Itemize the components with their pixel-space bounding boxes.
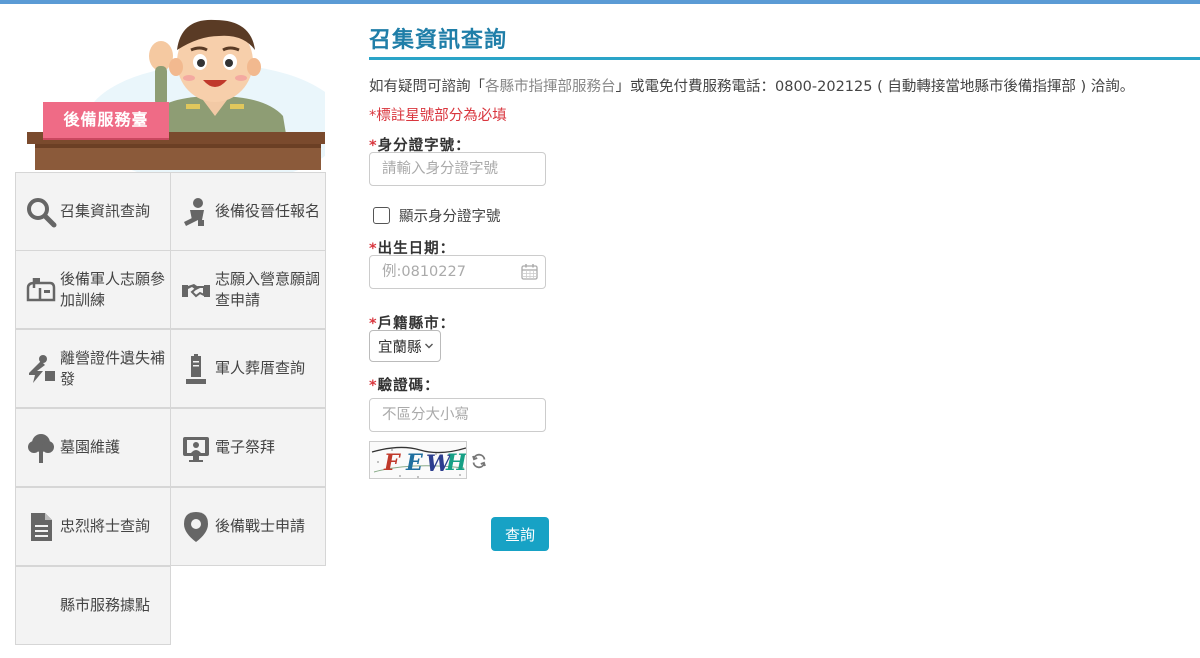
mascot-illustration (27, 19, 325, 172)
captcha-char: F (383, 450, 401, 476)
captcha-label: *驗證碼： (369, 374, 440, 395)
monitor-portrait-icon (179, 431, 213, 465)
menu-item-label: 縣市服務據點 (60, 596, 151, 614)
menu-item-label: 後備軍人志願參加訓練 (60, 269, 166, 309)
mailbox-icon (24, 273, 58, 307)
show-id-label: 顯示身分證字號 (399, 209, 501, 225)
menu-item-label: 電子祭拜 (215, 438, 276, 456)
menu-item-martyrs-query[interactable]: 忠烈將士查詢 (15, 487, 171, 566)
service-desk-sign: 後備服務臺 (43, 102, 169, 138)
broken-card-icon (24, 352, 58, 386)
captcha-char: E (405, 450, 424, 476)
title-divider (369, 57, 1200, 60)
menu-item-reserve-soldier-apply[interactable]: 後備戰士申請 (170, 487, 326, 566)
county-select[interactable]: 宜蘭縣 (369, 330, 441, 362)
menu-item-reserve-promotion[interactable]: 後備役晉任報名 (170, 172, 326, 251)
menu-item-label: 召集資訊查詢 (60, 202, 151, 220)
menu-item-volunteer-training[interactable]: 後備軍人志願參加訓練 (15, 250, 171, 329)
query-submit-button[interactable]: 查詢 (491, 517, 549, 551)
required-field-note: *標註星號部分為必填 (369, 108, 507, 124)
show-id-checkbox-row[interactable]: 顯示身分證字號 (373, 205, 501, 226)
tree-icon (24, 431, 58, 465)
menu-item-e-memorial[interactable]: 電子祭拜 (170, 408, 326, 487)
menu-item-label: 墓園維護 (60, 438, 121, 456)
county-selected-value: 宜蘭縣 (378, 339, 422, 356)
id-number-input[interactable] (369, 152, 546, 186)
required-star: * (369, 378, 378, 394)
captcha-char: H (445, 450, 467, 476)
menu-item-cemetery-maintenance[interactable]: 墓園維護 (15, 408, 171, 487)
contact-notice: 如有疑問可諮詢「各縣市指揮部服務台」或電免付費服務電話：0800-202125 … (369, 75, 1134, 96)
soldier-icon (179, 195, 213, 229)
document-icon (24, 510, 58, 544)
menu-item-label: 離營證件遺失補發 (60, 348, 166, 388)
menu-item-label: 軍人葬厝查詢 (215, 359, 306, 377)
menu-item-label: 後備役晉任報名 (215, 202, 321, 220)
menu-item-recall-query[interactable]: 召集資訊查詢 (15, 172, 171, 251)
captcha-label-text: 驗證碼： (377, 378, 440, 394)
sidebar: 後備服務臺 召集資訊查詢 後備役晉任報名 後備軍人志願參加訓練 志願入營意願調查… (0, 4, 330, 658)
service-desk-link[interactable]: 各縣市指揮部服務台 (485, 79, 616, 95)
search-icon (24, 195, 58, 229)
menu-item-enlist-survey[interactable]: 志願入營意願調查申請 (170, 250, 326, 329)
captcha-input[interactable] (369, 398, 546, 432)
notice-prefix: 如有疑問可諮詢「 (369, 79, 485, 95)
refresh-captcha-icon[interactable] (471, 453, 487, 469)
captcha-image: F E W H (369, 441, 467, 479)
menu-item-discharge-card-reissue[interactable]: 離營證件遺失補發 (15, 329, 171, 408)
show-id-checkbox[interactable] (373, 207, 390, 224)
menu-item-label: 忠烈將士查詢 (60, 517, 151, 535)
menu-item-county-service-points[interactable]: 縣市服務據點 (15, 566, 171, 645)
birth-date-field (369, 255, 546, 289)
service-desk-mascot: 後備服務臺 (15, 4, 325, 172)
chevron-down-icon (424, 343, 433, 349)
birth-date-input[interactable] (369, 255, 546, 289)
tombstone-icon (179, 352, 213, 386)
location-pin-icon (179, 510, 213, 544)
page-title: 召集資訊查詢 (369, 28, 508, 53)
menu-item-military-burial-query[interactable]: 軍人葬厝查詢 (170, 329, 326, 408)
menu-item-label: 志願入營意願調查申請 (215, 269, 321, 309)
calendar-icon[interactable] (521, 263, 538, 280)
notice-suffix: 」或電免付費服務電話：0800-202125 ( 自動轉接當地縣市後備指揮部 )… (615, 79, 1135, 95)
handshake-icon (179, 273, 213, 307)
menu-item-label: 後備戰士申請 (215, 517, 306, 535)
